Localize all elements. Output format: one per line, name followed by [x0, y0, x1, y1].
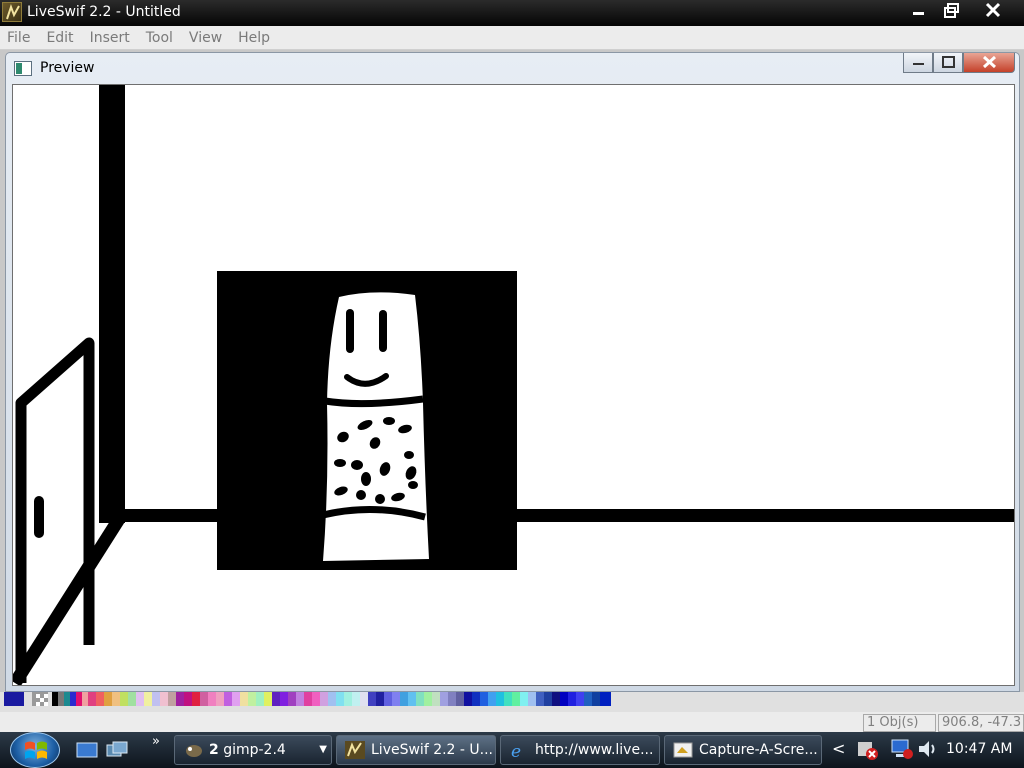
gimp-window-count: 2: [209, 742, 219, 758]
wall-corner-line: [99, 85, 125, 523]
character-right-eye: [379, 310, 387, 352]
chevron-down-icon: ▼: [319, 744, 327, 755]
preview-minimize-button[interactable]: [903, 53, 933, 73]
liveswif-icon: [345, 741, 365, 759]
status-bar: 1 Obj(s) 906.8, -47.3: [0, 712, 1024, 732]
switch-windows-icon[interactable]: [106, 741, 128, 759]
preview-window: Preview: [5, 52, 1020, 692]
floor-diagonal-line: [13, 515, 125, 685]
restore-button[interactable]: [936, 0, 966, 22]
network-icon[interactable]: [890, 736, 914, 766]
menu-edit[interactable]: Edit: [46, 30, 73, 46]
menu-tool[interactable]: Tool: [146, 30, 173, 46]
taskbar-gimp-group[interactable]: 2 gimp-2.4 ▼: [174, 735, 332, 765]
preview-title: Preview: [40, 60, 95, 76]
character-body: [323, 292, 429, 561]
svg-text:e: e: [511, 742, 521, 759]
taskbar-browser[interactable]: e http://www.live...: [500, 735, 660, 765]
window-title: LiveSwif 2.2 - Untitled: [27, 4, 181, 20]
menu-insert[interactable]: Insert: [90, 30, 130, 46]
menu-help[interactable]: Help: [238, 30, 270, 46]
system-clock: 10:47 AM: [946, 741, 1013, 757]
close-button[interactable]: [968, 0, 1018, 22]
liveswif-taskbar-label: LiveSwif 2.2 - U...: [371, 742, 494, 758]
taskbar-capture[interactable]: Capture-A-Scre...: [664, 735, 822, 765]
preview-window-icon: [14, 61, 32, 76]
capture-taskbar-label: Capture-A-Scre...: [699, 742, 818, 758]
menu-bar: File Edit Insert Tool View Help: [0, 26, 1024, 50]
app-titlebar: LiveSwif 2.2 - Untitled: [0, 0, 1024, 26]
gimp-icon: [183, 741, 203, 759]
minimize-button[interactable]: [904, 0, 934, 22]
cursor-coordinates: 906.8, -47.3: [938, 714, 1024, 732]
taskbar: » 2 gimp-2.4 ▼ LiveSwif 2.2 - U... e htt…: [0, 732, 1024, 768]
volume-icon[interactable]: [916, 736, 940, 766]
preview-canvas[interactable]: [12, 84, 1015, 686]
color-palette[interactable]: [0, 692, 1024, 712]
preview-close-button[interactable]: [963, 53, 1015, 73]
character-left-eye: [346, 309, 354, 353]
liveswif-app-icon[interactable]: [2, 2, 22, 22]
palette-swatches[interactable]: [0, 692, 620, 708]
quicklaunch-overflow-icon[interactable]: »: [152, 734, 160, 749]
menu-file[interactable]: File: [7, 30, 30, 46]
tray-expand-icon[interactable]: <: [832, 739, 845, 758]
door-handle: [34, 496, 44, 538]
object-count: 1 Obj(s): [863, 714, 936, 732]
browser-taskbar-label: http://www.live...: [535, 742, 654, 758]
gimp-label: gimp-2.4: [223, 742, 286, 758]
capture-app-icon: [673, 741, 693, 759]
security-alert-icon[interactable]: [856, 736, 880, 766]
preview-maximize-button[interactable]: [933, 53, 963, 73]
taskbar-liveswif[interactable]: LiveSwif 2.2 - U...: [336, 735, 496, 765]
cartoon-scene: [13, 85, 1014, 685]
menu-view[interactable]: View: [189, 30, 222, 46]
internet-explorer-icon: e: [509, 741, 529, 762]
start-button[interactable]: [10, 732, 60, 768]
show-desktop-icon[interactable]: [76, 741, 98, 759]
